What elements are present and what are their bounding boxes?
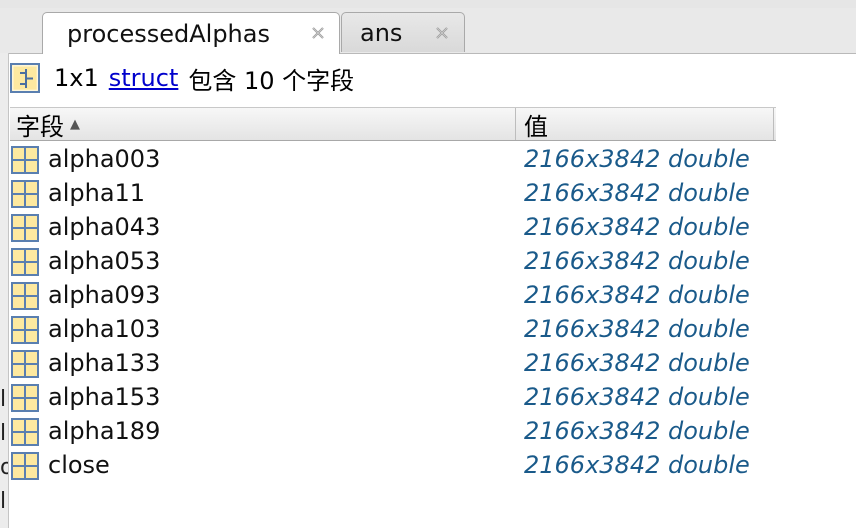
left-panel-fragment: l xyxy=(0,490,7,514)
tab-label: ans xyxy=(360,18,403,47)
struct-summary: 1x1 struct 包含 10 个字段 xyxy=(10,58,354,98)
field-value: 2166x3842 double xyxy=(524,213,750,241)
table-header: 字段 ▲ 值 xyxy=(10,107,776,141)
field-table-body: alpha003 2166x3842 double alpha11 2166x3… xyxy=(10,143,856,483)
field-name: alpha103 xyxy=(48,315,161,343)
matrix-icon xyxy=(11,384,39,412)
variable-tab-bar: processedAlphas ans xyxy=(0,8,856,54)
close-icon[interactable] xyxy=(308,23,328,43)
field-name: alpha053 xyxy=(48,247,161,275)
struct-field-count: 包含 10 个字段 xyxy=(188,66,355,95)
left-panel-fragment: o xyxy=(0,456,8,480)
left-panel-fragment: l xyxy=(0,388,7,412)
field-name: alpha189 xyxy=(48,417,161,445)
field-name: alpha133 xyxy=(48,349,161,377)
matrix-icon xyxy=(11,146,39,174)
table-row[interactable]: alpha043 2166x3842 double xyxy=(10,211,856,245)
table-row[interactable]: alpha003 2166x3842 double xyxy=(10,143,856,177)
table-row[interactable]: alpha103 2166x3842 double xyxy=(10,313,856,347)
left-panel-fragment: l xyxy=(0,422,7,446)
matrix-icon xyxy=(11,248,39,276)
field-name: alpha093 xyxy=(48,281,161,309)
table-row[interactable]: alpha093 2166x3842 double xyxy=(10,279,856,313)
field-name: alpha003 xyxy=(48,145,161,173)
table-row[interactable]: alpha11 2166x3842 double xyxy=(10,177,856,211)
matrix-icon xyxy=(11,316,39,344)
field-value: 2166x3842 double xyxy=(524,451,750,479)
field-value: 2166x3842 double xyxy=(524,315,750,343)
field-value: 2166x3842 double xyxy=(524,417,750,445)
close-icon[interactable] xyxy=(432,23,452,43)
table-row[interactable]: alpha133 2166x3842 double xyxy=(10,347,856,381)
table-row[interactable]: alpha153 2166x3842 double xyxy=(10,381,856,415)
field-name: alpha043 xyxy=(48,213,161,241)
matrix-icon xyxy=(11,350,39,378)
field-value: 2166x3842 double xyxy=(524,383,750,411)
field-value: 2166x3842 double xyxy=(524,145,750,173)
table-row[interactable]: alpha053 2166x3842 double xyxy=(10,245,856,279)
struct-size: 1x1 xyxy=(54,64,99,92)
table-row[interactable]: alpha189 2166x3842 double xyxy=(10,415,856,449)
field-name: close xyxy=(48,451,110,479)
struct-icon xyxy=(10,63,40,93)
tab-label: processedAlphas xyxy=(67,19,270,48)
tab-processedalphas[interactable]: processedAlphas xyxy=(42,12,340,54)
matrix-icon xyxy=(11,452,39,480)
field-value: 2166x3842 double xyxy=(524,349,750,377)
field-value: 2166x3842 double xyxy=(524,179,750,207)
sort-ascending-icon: ▲ xyxy=(70,116,80,132)
field-name: alpha153 xyxy=(48,383,161,411)
field-value: 2166x3842 double xyxy=(524,247,750,275)
field-name: alpha11 xyxy=(48,179,146,207)
column-header-field[interactable]: 字段 ▲ xyxy=(10,108,516,141)
column-header-value[interactable]: 值 xyxy=(516,108,774,141)
column-header-field-label: 字段 xyxy=(16,112,64,141)
table-row[interactable]: close 2166x3842 double xyxy=(10,449,856,483)
matrix-icon xyxy=(11,214,39,242)
column-header-value-label: 值 xyxy=(524,112,548,141)
tab-ans[interactable]: ans xyxy=(341,12,465,52)
matrix-icon xyxy=(11,180,39,208)
matrix-icon xyxy=(11,282,39,310)
matrix-icon xyxy=(11,418,39,446)
struct-type-link[interactable]: struct xyxy=(109,64,179,92)
field-value: 2166x3842 double xyxy=(524,281,750,309)
